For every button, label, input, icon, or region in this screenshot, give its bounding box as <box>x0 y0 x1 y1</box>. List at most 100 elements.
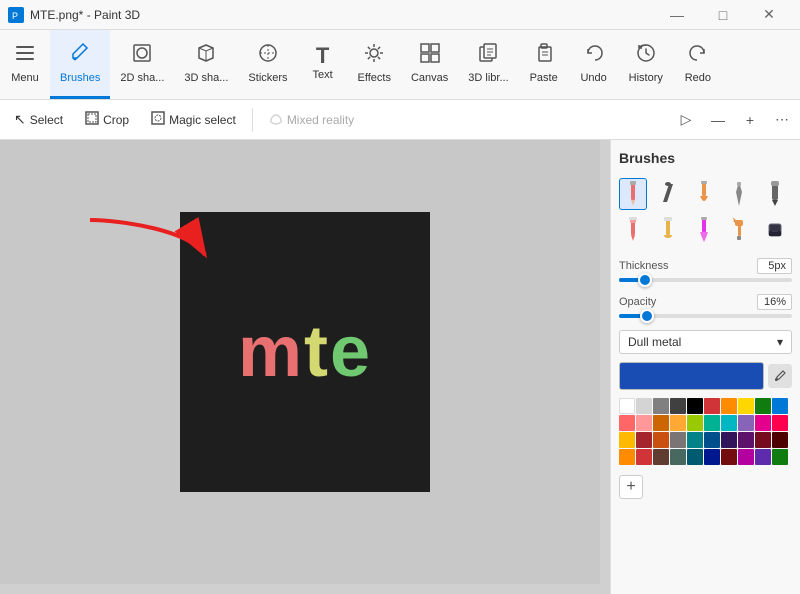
minimize-button[interactable]: — <box>654 0 700 30</box>
horizontal-scrollbar[interactable] <box>0 584 610 594</box>
ribbon-effects[interactable]: Effects <box>348 30 401 99</box>
ribbon-redo[interactable]: Redo <box>673 30 723 99</box>
color-gold[interactable] <box>738 398 754 414</box>
color-red[interactable] <box>704 398 720 414</box>
color-purple[interactable] <box>738 415 754 431</box>
color-indigo[interactable] <box>721 432 737 448</box>
color-rust[interactable] <box>653 432 669 448</box>
color-orange[interactable] <box>721 398 737 414</box>
magic-select-label: Magic select <box>169 113 236 127</box>
color-deep-purple[interactable] <box>755 449 771 465</box>
color-salmon[interactable] <box>619 415 635 431</box>
color-crimson[interactable] <box>772 415 788 431</box>
color-hot-pink[interactable] <box>738 449 754 465</box>
palette-row-1 <box>619 398 792 414</box>
ribbon-3dlib[interactable]: 3D libr... <box>458 30 518 99</box>
ribbon-brushes[interactable]: Brushes <box>50 30 110 99</box>
ribbon-history[interactable]: History <box>619 30 673 99</box>
color-magenta[interactable] <box>755 415 771 431</box>
palette-row-2 <box>619 415 792 431</box>
thickness-value: 5px <box>757 258 792 274</box>
color-teal[interactable] <box>704 415 720 431</box>
3dlib-label: 3D libr... <box>468 72 508 84</box>
color-lime[interactable] <box>687 415 703 431</box>
color-dark-maroon[interactable] <box>721 449 737 465</box>
color-warm-gray[interactable] <box>670 432 686 448</box>
minus-button[interactable]: — <box>704 106 732 134</box>
add-color-button[interactable]: + <box>619 475 643 499</box>
brush-spray[interactable] <box>725 214 753 246</box>
color-forest[interactable] <box>772 449 788 465</box>
magic-select-tool[interactable]: Magic select <box>141 104 246 136</box>
ribbon-undo[interactable]: Undo <box>569 30 619 99</box>
ribbon-2dshapes[interactable]: 2D sha... <box>110 30 174 99</box>
select-tool[interactable]: ↖ Select <box>4 104 73 136</box>
ribbon-text[interactable]: T Text <box>298 30 348 99</box>
brush-calligraphy[interactable] <box>654 178 682 210</box>
letter-e: e <box>330 311 372 393</box>
color-cyan[interactable] <box>721 415 737 431</box>
color-red2[interactable] <box>636 449 652 465</box>
history-icon <box>635 42 657 70</box>
plus-button[interactable]: + <box>736 106 764 134</box>
color-black[interactable] <box>687 398 703 414</box>
maximize-button[interactable]: □ <box>700 0 746 30</box>
color-navy[interactable] <box>704 432 720 448</box>
color-coffee[interactable] <box>653 449 669 465</box>
color-dark-gray[interactable] <box>670 398 686 414</box>
palette-row-3 <box>619 432 792 448</box>
brush-eraser[interactable]: ··· <box>761 214 789 246</box>
thickness-slider[interactable] <box>619 278 792 282</box>
color-ocean[interactable] <box>687 449 703 465</box>
ribbon-canvas[interactable]: Canvas <box>401 30 458 99</box>
brush-marker[interactable] <box>761 178 789 210</box>
ribbon-stickers[interactable]: Stickers <box>238 30 297 99</box>
color-gray[interactable] <box>653 398 669 414</box>
close-button[interactable]: ✕ <box>746 0 792 30</box>
crop-tool[interactable]: Crop <box>75 104 139 136</box>
vertical-scrollbar[interactable] <box>600 140 610 584</box>
letter-m: m <box>238 311 304 393</box>
color-sage[interactable] <box>670 449 686 465</box>
ribbon-3dshapes[interactable]: 3D sha... <box>174 30 238 99</box>
brush-pencil[interactable] <box>619 178 647 210</box>
effects-icon <box>363 42 385 70</box>
color-pink[interactable] <box>636 415 652 431</box>
color-green[interactable] <box>755 398 771 414</box>
window-title: MTE.png* - Paint 3D <box>30 8 140 22</box>
color-blue[interactable] <box>772 398 788 414</box>
color-very-dark-red[interactable] <box>772 432 788 448</box>
color-white[interactable] <box>619 398 635 414</box>
ribbon-menu[interactable]: Menu <box>0 30 50 99</box>
more-button[interactable]: ⋯ <box>768 106 796 134</box>
color-maroon[interactable] <box>755 432 771 448</box>
brush-grid: ··· <box>619 178 792 246</box>
color-royal-blue[interactable] <box>704 449 720 465</box>
color-brown[interactable] <box>653 415 669 431</box>
color-light-gray[interactable] <box>636 398 652 414</box>
crop-label: Crop <box>103 113 129 127</box>
eyedropper-button[interactable] <box>768 364 792 388</box>
brush-pen[interactable] <box>725 178 753 210</box>
brush-crayon[interactable] <box>619 214 647 246</box>
brush-paint[interactable] <box>690 178 718 210</box>
opacity-slider[interactable] <box>619 314 792 318</box>
titlebar-left: P MTE.png* - Paint 3D <box>8 7 140 23</box>
color-yellow[interactable] <box>670 415 686 431</box>
brush-watercolor[interactable] <box>690 214 718 246</box>
current-color-swatch[interactable] <box>619 362 764 390</box>
color-amber[interactable] <box>619 432 635 448</box>
color-violet[interactable] <box>738 432 754 448</box>
select-label: Select <box>30 113 63 127</box>
color-dark-red[interactable] <box>636 432 652 448</box>
color-orange2[interactable] <box>619 449 635 465</box>
material-dropdown[interactable]: Dull metal ▾ <box>619 330 792 354</box>
3dlib-icon <box>477 42 499 70</box>
brush-oil[interactable] <box>654 214 682 246</box>
canvas-area[interactable]: mte <box>0 140 610 594</box>
palette-row-4 <box>619 449 792 465</box>
mixed-reality-btn: Mixed reality <box>259 109 364 131</box>
color-dark-teal[interactable] <box>687 432 703 448</box>
play-button[interactable]: ▷ <box>672 106 700 134</box>
ribbon-paste[interactable]: Paste <box>519 30 569 99</box>
